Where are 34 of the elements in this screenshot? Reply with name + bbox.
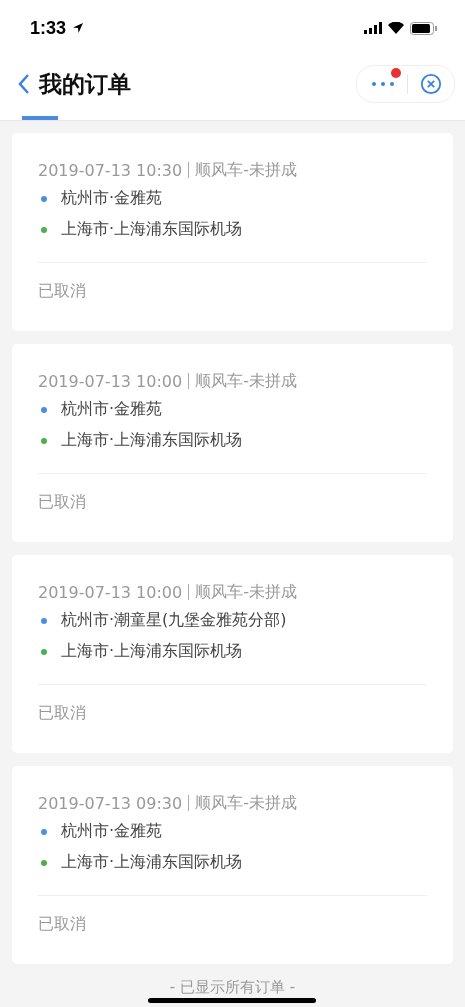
order-status: 已取消 xyxy=(38,914,87,935)
order-type: 顺风车-未拼成 xyxy=(195,581,297,603)
order-datetime: 2019-07-13 10:00 xyxy=(38,371,183,391)
order-card[interactable]: 2019-07-13 10:00 顺风车-未拼成 杭州市·金雅苑 上海市·上海浦东国际机场 已取消 xyxy=(12,344,453,542)
location-text: 杭州市·金雅苑 xyxy=(61,821,163,842)
location-text: 杭州市·潮童星(九堡金雅苑分部) xyxy=(61,610,287,631)
location-text: 上海市·上海浦东国际机场 xyxy=(61,641,243,662)
order-type: 顺风车-未拼成 xyxy=(195,159,297,181)
location-arrow-icon xyxy=(72,22,85,34)
location-text: 上海市·上海浦东国际机场 xyxy=(61,430,243,451)
close-icon[interactable] xyxy=(420,73,442,95)
signal-icon xyxy=(364,22,382,34)
order-datetime: 2019-07-13 10:30 xyxy=(38,160,183,180)
location-text: 杭州市·金雅苑 xyxy=(61,188,163,209)
more-icon[interactable] xyxy=(371,81,395,87)
wifi-icon xyxy=(388,22,404,34)
status-time: 1:33 xyxy=(30,17,67,39)
order-type: 顺风车-未拼成 xyxy=(195,792,297,814)
order-card[interactable]: 2019-07-13 10:30 顺风车-未拼成 杭州市·金雅苑 上海市·上海浦东国际机场 已取消 xyxy=(12,133,453,331)
page-title: 我的订单 xyxy=(39,69,131,99)
location-text: 上海市·上海浦东国际机场 xyxy=(61,219,243,240)
battery-icon xyxy=(410,21,437,35)
order-type: 顺风车-未拼成 xyxy=(195,370,297,392)
order-datetime: 2019-07-13 09:30 xyxy=(38,793,183,813)
location-text: 杭州市·金雅苑 xyxy=(61,399,163,420)
order-status: 已取消 xyxy=(38,703,87,724)
order-card[interactable]: 2019-07-13 09:30 顺风车-未拼成 杭州市·金雅苑 上海市·上海浦东国际机场 已取消 xyxy=(12,766,453,964)
order-status: 已取消 xyxy=(38,281,87,302)
order-card[interactable]: 2019-07-13 10:00 顺风车-未拼成 杭州市·潮童星(九堡金雅苑分部) 上海市·上海浦东国际机场 已取消 xyxy=(12,555,453,753)
order-datetime: 2019-07-13 10:00 xyxy=(38,582,183,602)
location-text: 上海市·上海浦东国际机场 xyxy=(61,852,243,873)
back-icon[interactable] xyxy=(18,73,30,95)
end-of-list-text: - 已显示所有订单 - xyxy=(168,978,297,997)
order-status: 已取消 xyxy=(38,492,87,513)
